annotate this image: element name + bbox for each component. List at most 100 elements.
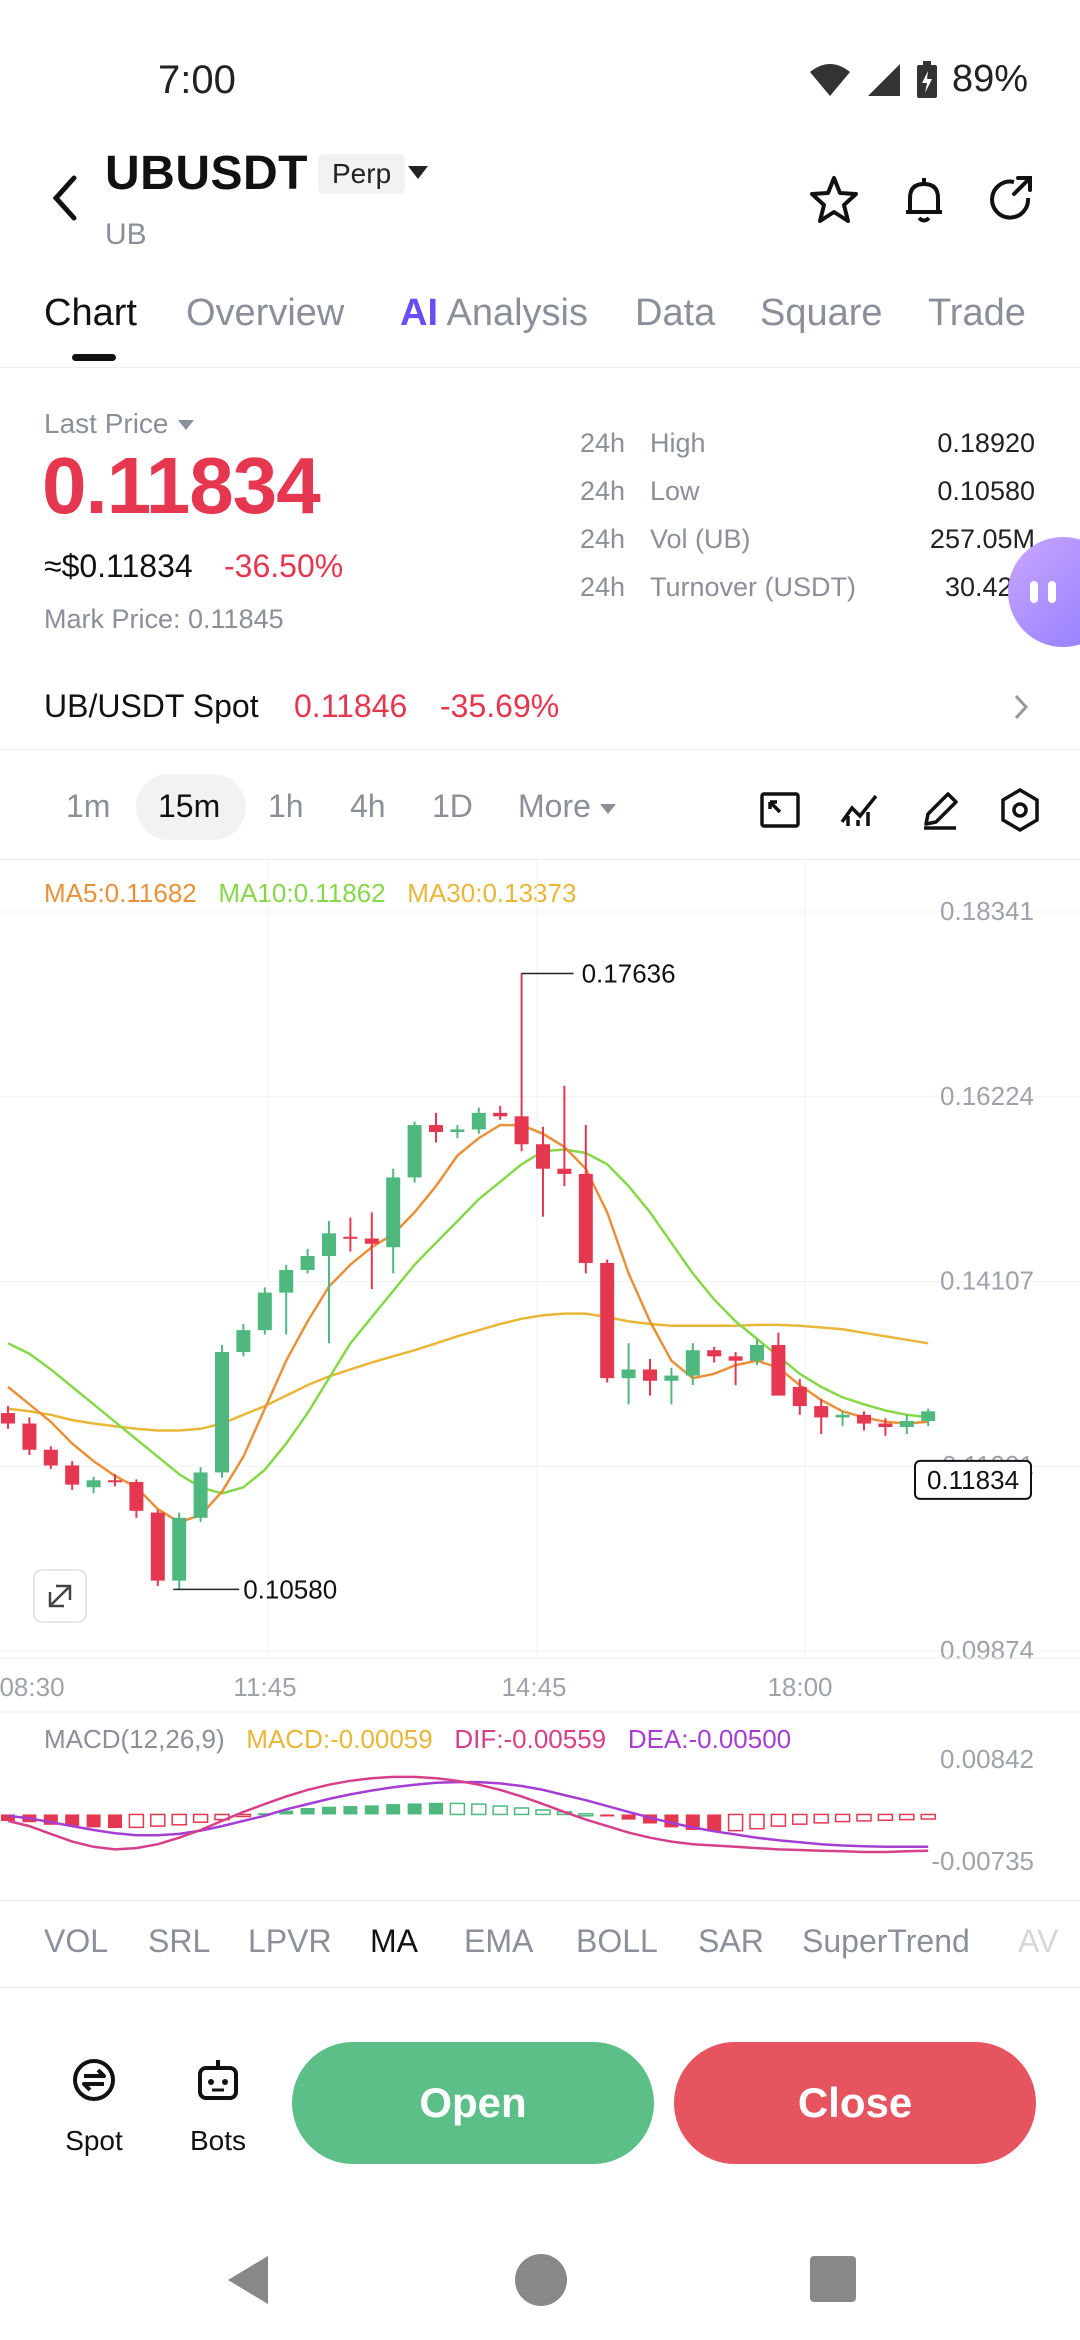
interval-1h[interactable]: 1h bbox=[268, 788, 304, 825]
tab-square[interactable]: Square bbox=[760, 292, 883, 335]
candle-body bbox=[429, 1125, 443, 1133]
base-asset: UB bbox=[105, 218, 147, 251]
spot-pair-row[interactable]: UB/USDT Spot 0.11846 -35.69% bbox=[0, 670, 1080, 750]
bots-shortcut[interactable]: Bots bbox=[168, 2052, 268, 2157]
macd-legend: MACD(12,26,9) MACD:-0.00059 DIF:-0.00559… bbox=[44, 1724, 791, 1755]
battery-icon bbox=[916, 60, 937, 98]
mark-price: Mark Price: 0.11845 bbox=[44, 604, 284, 634]
contract-type-badge[interactable]: Perp bbox=[318, 154, 406, 194]
macd-hist-bar bbox=[535, 1809, 551, 1816]
interval-15m[interactable]: 15m bbox=[158, 788, 220, 825]
macd-hist-bar bbox=[856, 1813, 872, 1822]
draw-pencil-icon[interactable] bbox=[916, 786, 964, 834]
caret-down-icon[interactable] bbox=[408, 166, 428, 179]
candle-body bbox=[150, 1512, 165, 1581]
candle-body bbox=[707, 1350, 722, 1357]
indicator-boll[interactable]: BOLL bbox=[576, 1923, 658, 1960]
candle-body bbox=[1, 1413, 15, 1424]
candle-body bbox=[343, 1236, 358, 1239]
indicator-ema[interactable]: EMA bbox=[464, 1923, 533, 1960]
nav-home-icon[interactable] bbox=[513, 2252, 569, 2308]
open-button[interactable]: Open bbox=[292, 2042, 654, 2164]
macd-hist-bar bbox=[471, 1803, 487, 1816]
interval-1d[interactable]: 1D bbox=[432, 788, 473, 825]
indicator-srl[interactable]: SRL bbox=[148, 1923, 210, 1960]
caret-down-icon[interactable] bbox=[178, 420, 194, 430]
tab-analysis[interactable]: AI Analysis bbox=[400, 292, 588, 335]
candle-body bbox=[835, 1414, 850, 1418]
indicator-av[interactable]: AV bbox=[1018, 1923, 1058, 1960]
candle-body bbox=[257, 1292, 272, 1331]
status-bar: 7:00 89% bbox=[0, 0, 1080, 140]
indicator-ma[interactable]: MA bbox=[370, 1923, 418, 1960]
nav-back-icon[interactable] bbox=[222, 2252, 272, 2308]
dea-value: DEA:-0.00500 bbox=[627, 1724, 792, 1754]
macd-hist-bar bbox=[322, 1806, 336, 1815]
symbol-header: UBUSDT Perp UB bbox=[0, 140, 1080, 260]
y-tick-label: 0.09874 bbox=[940, 1635, 1034, 1665]
y-tick-label: 0.18341 bbox=[940, 896, 1034, 926]
indicator-icon[interactable] bbox=[836, 786, 884, 834]
macd-hist-bar bbox=[920, 1813, 936, 1820]
macd-hist-bar bbox=[899, 1813, 915, 1821]
active-tab-indicator bbox=[72, 354, 116, 361]
macd-value: MACD:-0.00059 bbox=[246, 1724, 433, 1754]
macd-hist-bar bbox=[150, 1813, 166, 1827]
candle-body bbox=[108, 1480, 122, 1483]
candle-body bbox=[493, 1112, 508, 1117]
star-icon[interactable] bbox=[806, 172, 862, 228]
macd-hist-bar bbox=[171, 1813, 187, 1826]
candle-body bbox=[600, 1262, 615, 1379]
candle-body bbox=[771, 1344, 786, 1396]
spot-swap-icon bbox=[73, 2059, 115, 2101]
macd-hist-bar bbox=[813, 1813, 829, 1824]
assistant-icon bbox=[1030, 581, 1056, 603]
last-price-label[interactable]: Last Price bbox=[44, 408, 169, 440]
dif-value: DIF:-0.00559 bbox=[454, 1724, 607, 1754]
candle-body bbox=[279, 1269, 294, 1293]
last-price: 0.11834 bbox=[42, 441, 321, 530]
indicator-lpvr[interactable]: LPVR bbox=[248, 1923, 332, 1960]
interval-1m[interactable]: 1m bbox=[66, 788, 110, 825]
tab-overview[interactable]: Overview bbox=[186, 292, 344, 335]
spot-pair-name: UB/USDT Spot bbox=[44, 688, 259, 724]
high-price-label: 0.17636 bbox=[582, 959, 676, 989]
robot-icon bbox=[198, 2060, 238, 2100]
interval-more[interactable]: More bbox=[518, 788, 616, 825]
tab-chart[interactable]: Chart bbox=[44, 292, 137, 335]
indicator-supertrend[interactable]: SuperTrend bbox=[802, 1923, 970, 1960]
macd-hist-bar bbox=[386, 1804, 401, 1815]
symbol-title[interactable]: UBUSDT bbox=[105, 146, 308, 201]
bell-icon[interactable] bbox=[896, 172, 952, 228]
interval-4h[interactable]: 4h bbox=[350, 788, 386, 825]
share-icon[interactable] bbox=[984, 172, 1040, 228]
tab-trade[interactable]: Trade bbox=[928, 292, 1026, 335]
macd-hist-bar bbox=[621, 1814, 636, 1820]
candle-body bbox=[471, 1112, 486, 1130]
x-tick-label: 11:45 bbox=[233, 1672, 296, 1702]
candle-body bbox=[386, 1177, 401, 1248]
dea-line bbox=[7, 1780, 929, 1849]
macd-hist-bar bbox=[492, 1805, 508, 1816]
candle-body bbox=[322, 1233, 336, 1256]
indicator-tabs: VOL SRL LPVR MA EMA BOLL SAR SuperTrend … bbox=[0, 1900, 1080, 1988]
settings-hex-icon[interactable] bbox=[996, 786, 1044, 834]
back-arrow-icon[interactable] bbox=[44, 170, 84, 226]
y-tick-label: 0.14107 bbox=[940, 1266, 1034, 1296]
ma30-line bbox=[7, 1312, 929, 1432]
indicator-vol[interactable]: VOL bbox=[44, 1923, 108, 1960]
signal-icon bbox=[867, 63, 900, 96]
spot-pair-price: 0.11846 bbox=[294, 688, 408, 724]
chevron-right-icon bbox=[1014, 694, 1029, 720]
nav-recents-icon[interactable] bbox=[808, 2254, 858, 2304]
close-button[interactable]: Close bbox=[674, 2042, 1036, 2164]
indicator-sar[interactable]: SAR bbox=[698, 1923, 764, 1960]
assistant-bubble[interactable] bbox=[1008, 537, 1080, 647]
macd-hist-bar bbox=[407, 1803, 422, 1815]
bottom-action-bar: Spot Bots Open Close bbox=[0, 2000, 1080, 2200]
candle-body bbox=[899, 1420, 914, 1428]
fullscreen-chart-icon[interactable] bbox=[756, 786, 804, 834]
tab-data[interactable]: Data bbox=[635, 292, 715, 335]
battery-percent: 89% bbox=[951, 58, 1028, 100]
spot-shortcut[interactable]: Spot bbox=[44, 2052, 144, 2157]
